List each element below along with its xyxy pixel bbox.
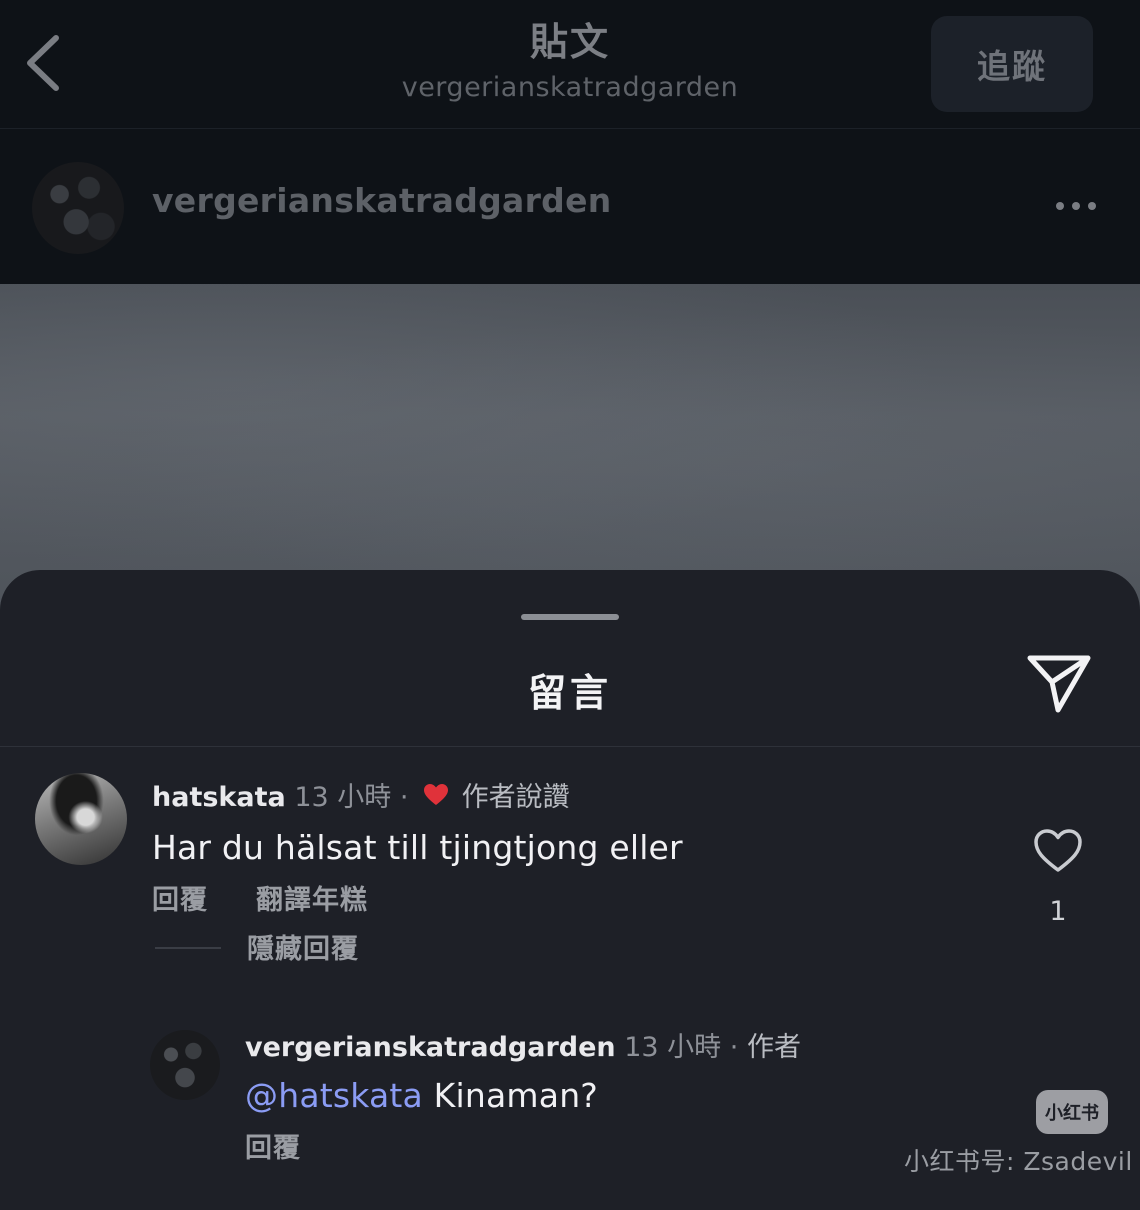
more-options-button[interactable]	[1050, 192, 1106, 220]
translate-button[interactable]: 翻譯年糕	[256, 883, 368, 919]
top-header: 貼文 vergerianskatradgarden 追蹤	[0, 0, 1140, 129]
reply-avatar[interactable]	[150, 1030, 220, 1100]
heart-outline-icon	[1034, 829, 1082, 872]
reply-button[interactable]: 回覆	[152, 883, 208, 919]
author-avatar[interactable]	[32, 162, 124, 254]
sheet-grabber[interactable]	[521, 614, 619, 620]
hide-replies-button[interactable]: 隱藏回覆	[247, 932, 359, 968]
author-username[interactable]: vergerianskatradgarden	[152, 181, 612, 220]
reply-text: @hatskata Kinaman?	[245, 1074, 598, 1118]
liked-by-author-label: 作者說讚	[461, 782, 570, 813]
heart-filled-icon	[423, 781, 449, 817]
watermark-text: 小红书号: Zsadevil	[904, 1147, 1133, 1176]
like-count: 1	[1049, 896, 1067, 927]
comments-title: 留言	[527, 671, 612, 715]
watermark-logo: 小红书	[1036, 1090, 1108, 1134]
replies-connector-line	[155, 947, 221, 949]
like-button[interactable]	[1033, 828, 1083, 874]
sheet-divider	[0, 746, 1140, 747]
comment-time: 13 小時	[294, 782, 392, 813]
commenter-avatar[interactable]	[35, 773, 127, 865]
share-button[interactable]	[1022, 652, 1094, 716]
reply-text-body: Kinaman?	[422, 1076, 599, 1115]
comment-text: Har du hälsat till tjingtjong eller	[152, 828, 683, 867]
more-horizontal-icon	[1056, 202, 1096, 210]
comments-sheet: 留言 hatskata 13 小時 · 作者說讚 Har du hälsat t…	[0, 570, 1140, 1210]
mention-link[interactable]: @hatskata	[245, 1076, 423, 1115]
reply-meta: vergerianskatradgarden 13 小時 · 作者	[245, 1030, 801, 1066]
send-icon	[1027, 655, 1091, 713]
comment-meta: hatskata 13 小時 · 作者說讚	[152, 780, 570, 817]
post-image[interactable]	[0, 284, 1140, 614]
meta-separator: ·	[399, 782, 409, 813]
reply-username[interactable]: vergerianskatradgarden	[245, 1032, 616, 1063]
reply-time: 13 小時	[624, 1032, 722, 1063]
comment-username[interactable]: hatskata	[152, 782, 286, 813]
author-badge: 作者	[746, 1032, 801, 1063]
meta-separator: ·	[729, 1032, 739, 1063]
reply-reply-button[interactable]: 回覆	[245, 1131, 301, 1167]
post-author-row: vergerianskatradgarden	[0, 129, 1140, 284]
watermark-logo-text: 小红书	[1045, 1103, 1099, 1124]
follow-button[interactable]: 追蹤	[931, 16, 1093, 112]
